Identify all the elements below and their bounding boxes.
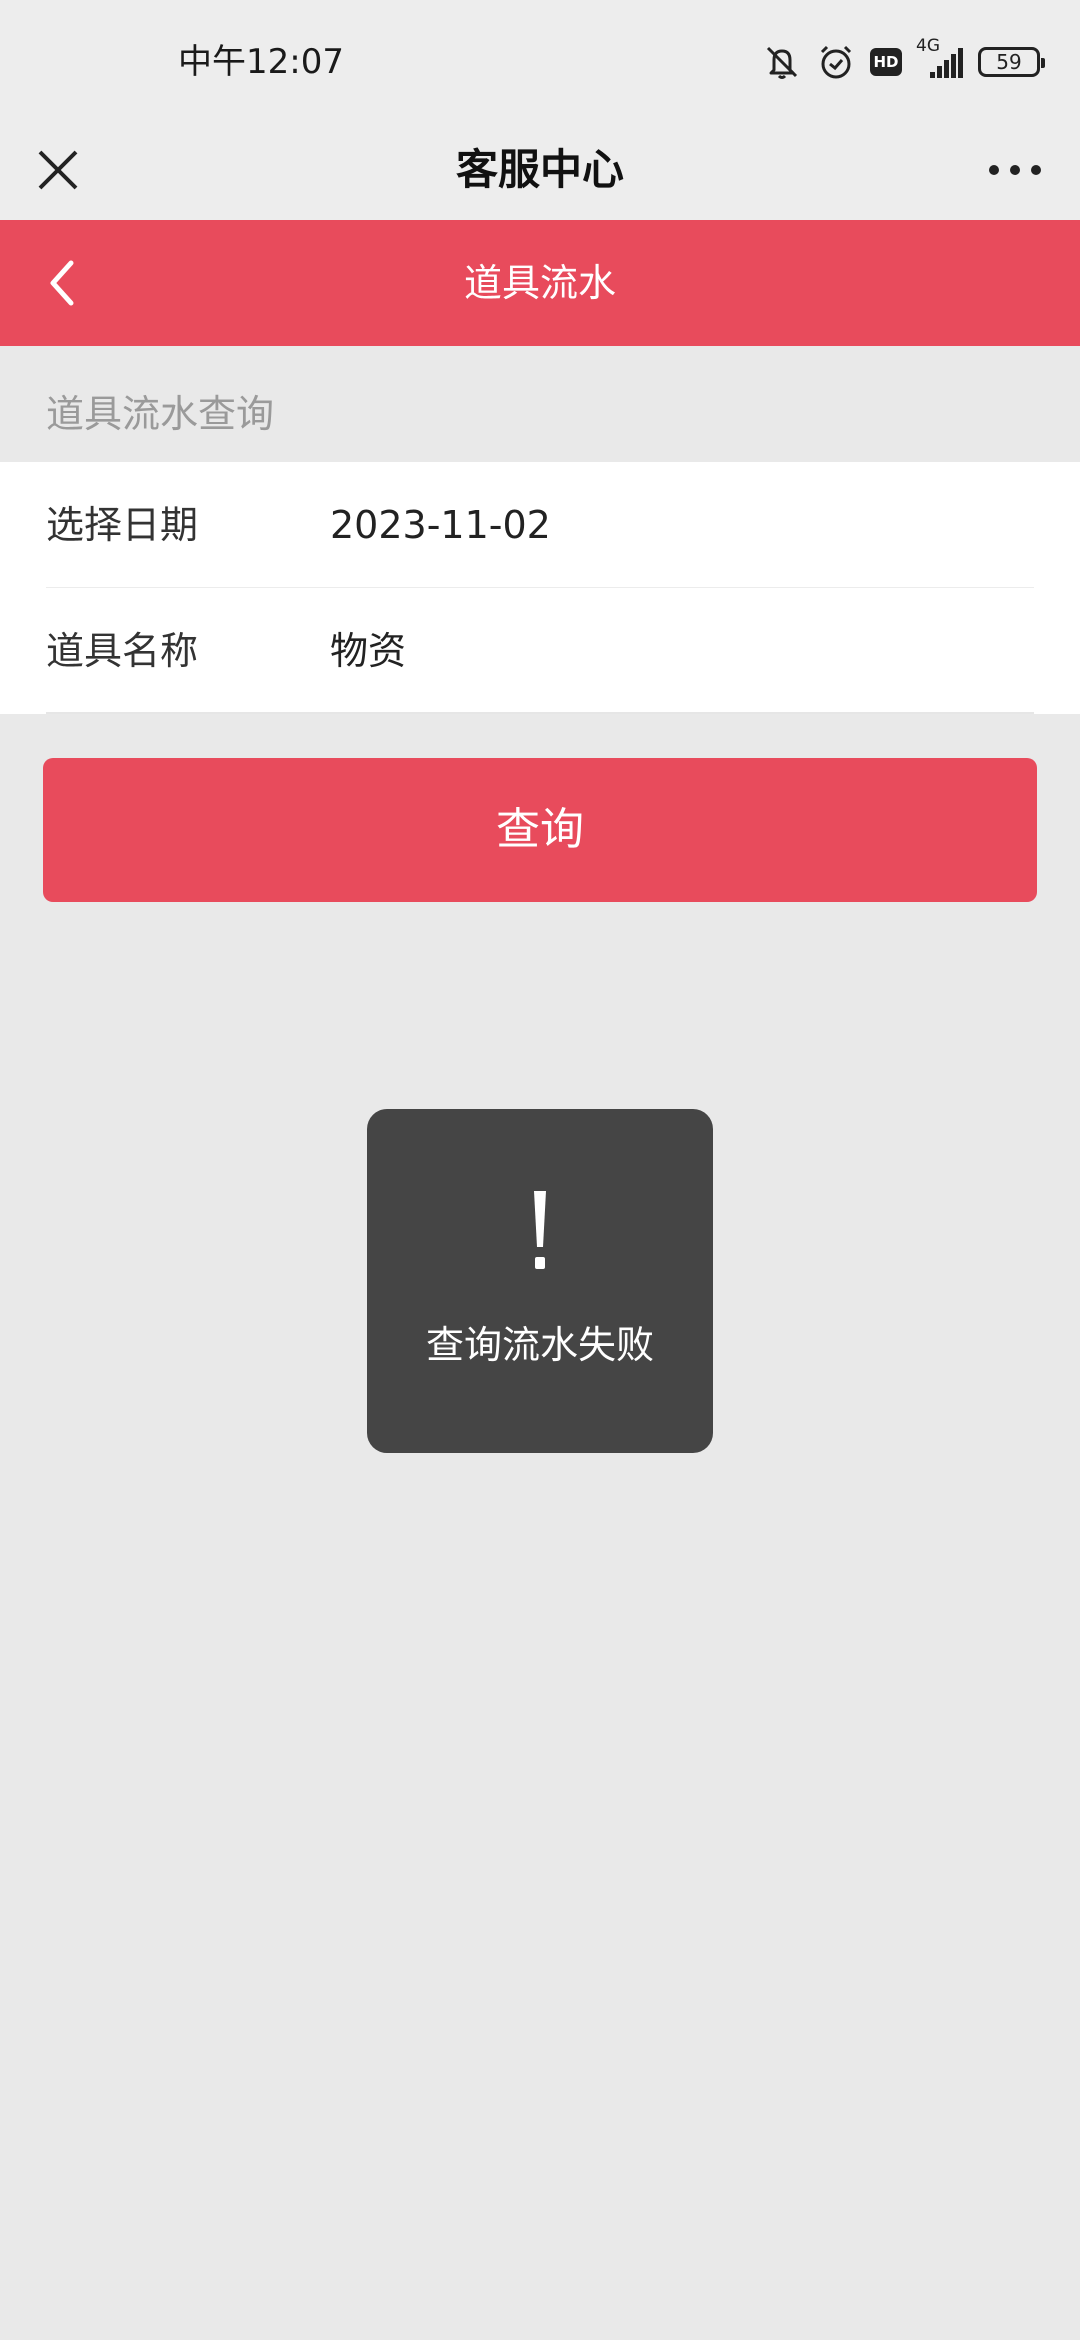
item-name-row[interactable]: 道具名称 物资 — [0, 588, 1080, 714]
more-icon — [989, 165, 1041, 175]
title-bar: 客服中心 — [0, 120, 1080, 220]
status-bar: 中午12:07 HD 4G 59 — [0, 0, 1080, 120]
page-header: 道具流水 — [0, 220, 1080, 346]
page-title: 道具流水 — [463, 261, 616, 305]
exclamation-icon — [367, 1189, 713, 1279]
date-row[interactable]: 选择日期 2023-11-02 — [0, 462, 1080, 588]
form-divider — [46, 712, 1034, 714]
section-label: 道具流水查询 — [46, 392, 275, 436]
error-toast: 查询流水失败 — [367, 1109, 713, 1453]
status-time: 中午12:07 — [178, 42, 344, 82]
item-name-select[interactable]: 物资 — [330, 588, 406, 714]
query-form: 选择日期 2023-11-02 道具名称 物资 — [0, 462, 1080, 714]
battery-icon: 59 — [978, 47, 1045, 77]
window-title: 客服中心 — [455, 145, 624, 194]
toast-message: 查询流水失败 — [425, 1323, 654, 1367]
item-name-label: 道具名称 — [46, 629, 199, 673]
hd-icon: HD — [870, 48, 902, 76]
signal-icon: 4G — [916, 36, 964, 82]
query-button[interactable]: 查询 — [43, 758, 1037, 902]
more-button[interactable] — [980, 140, 1050, 200]
alarm-icon — [816, 42, 856, 82]
date-label: 选择日期 — [46, 503, 199, 547]
status-icons: HD 4G 59 — [748, 36, 1045, 88]
date-picker[interactable]: 2023-11-02 — [330, 462, 551, 588]
battery-level: 59 — [978, 47, 1045, 77]
bell-off-icon — [762, 42, 802, 82]
